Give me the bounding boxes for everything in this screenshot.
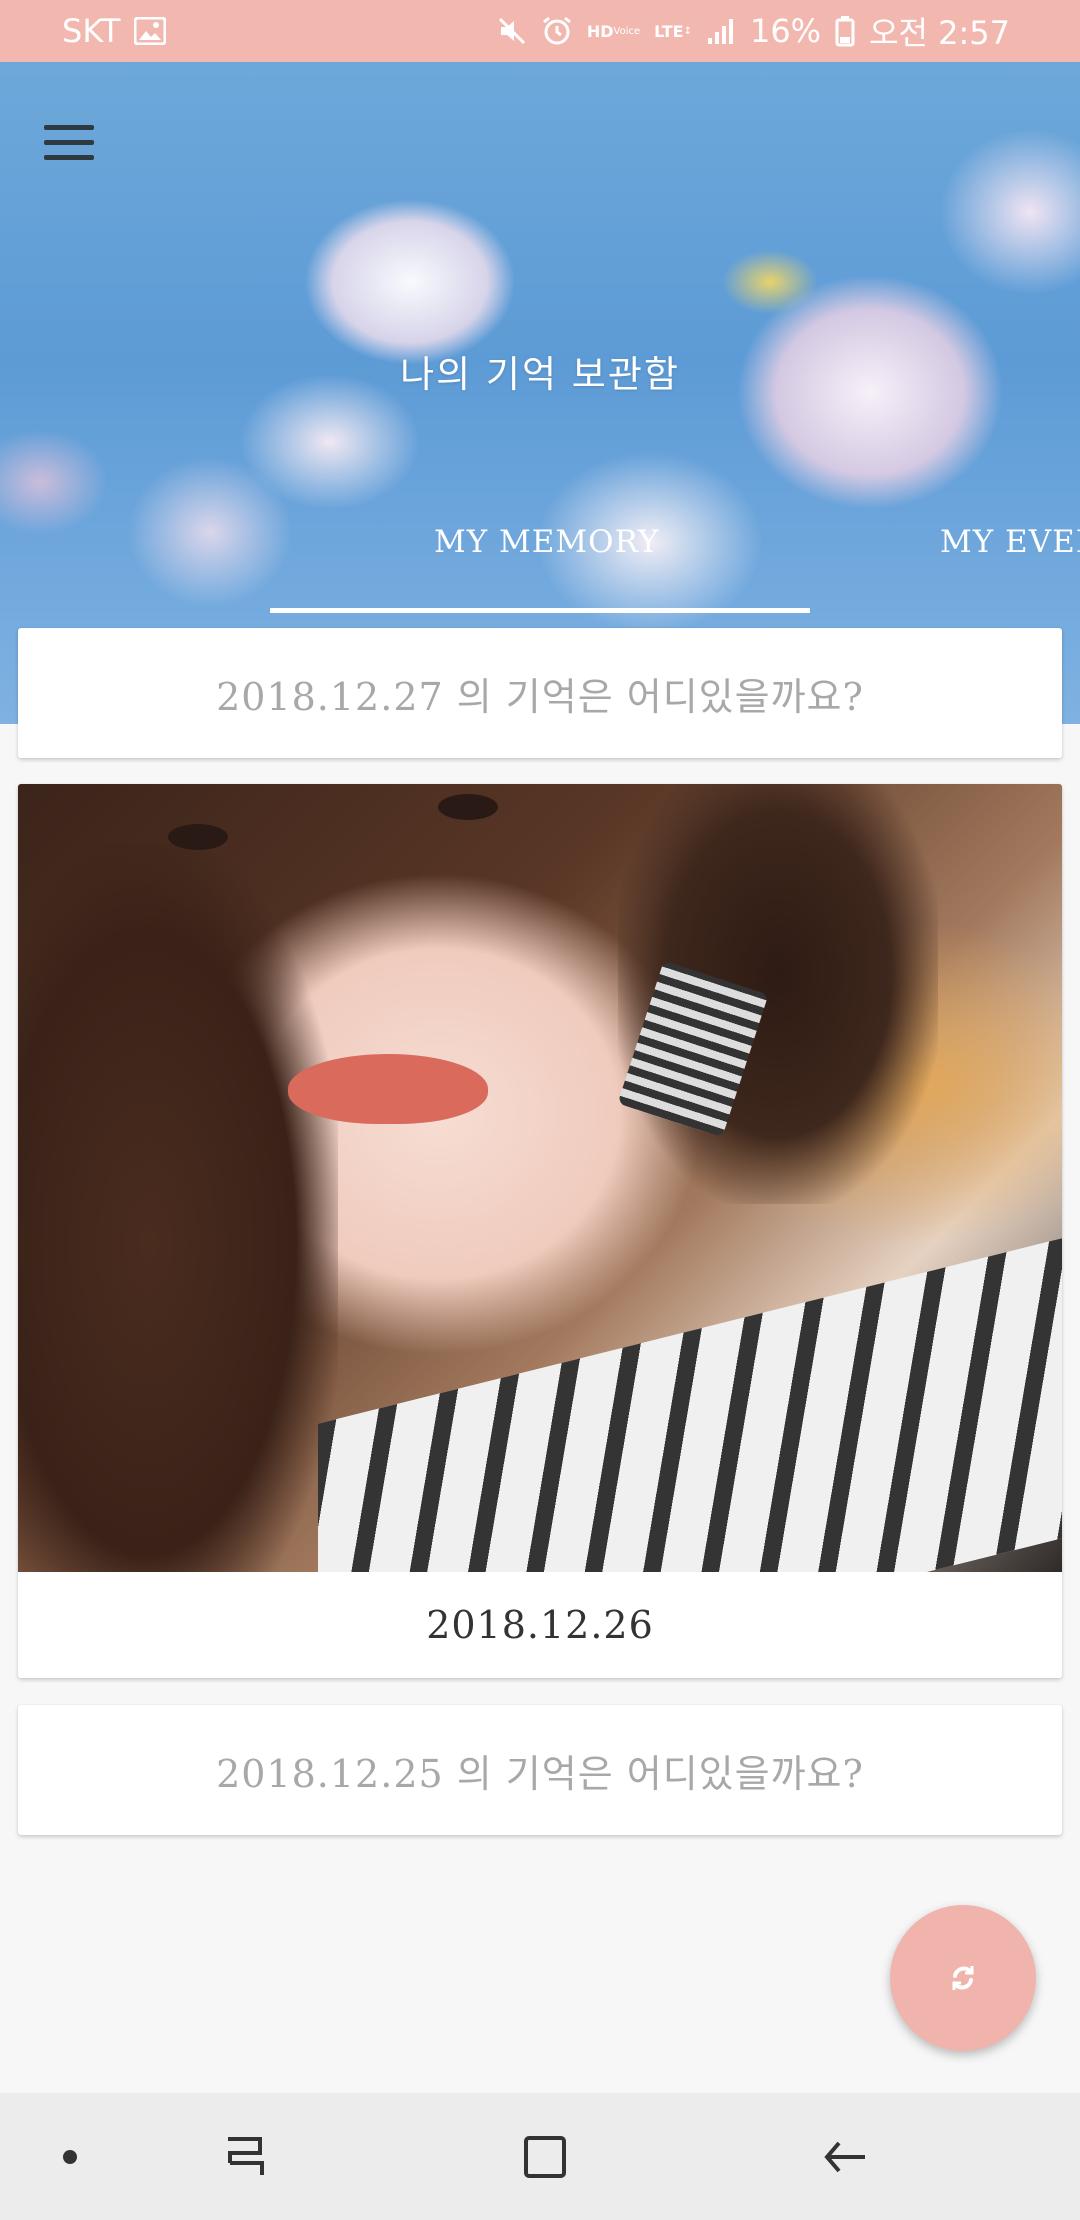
alarm-icon xyxy=(541,15,573,47)
home-icon[interactable] xyxy=(510,2093,580,2220)
empty-card-text: 2018.12.27 의 기억은 어디있을까요? xyxy=(216,674,864,719)
recent-apps-icon[interactable] xyxy=(210,2093,280,2220)
signal-icon xyxy=(706,16,736,46)
dot-icon[interactable] xyxy=(50,2093,90,2220)
refresh-button[interactable] xyxy=(890,1905,1036,2051)
carrier-label: SKT xyxy=(62,12,121,50)
gallery-icon xyxy=(134,17,167,45)
header-banner: 나의 기억 보관함 MY MEMORY MY EVER xyxy=(0,62,1080,724)
memory-card-empty[interactable]: 2018.12.27 의 기억은 어디있을까요? xyxy=(18,628,1062,758)
mute-icon xyxy=(497,16,527,46)
tab-indicator xyxy=(270,608,810,613)
voice-label: Voice xyxy=(613,25,641,37)
lte-label: LTE xyxy=(654,21,684,41)
lte-icon: LTE ↕ xyxy=(654,21,692,41)
tab-my-everyday[interactable]: MY EVER xyxy=(940,524,1080,560)
hd-voice-icon: HD Voice xyxy=(586,21,641,41)
hd-label: HD xyxy=(586,21,614,41)
battery-percent: 16% xyxy=(749,12,822,50)
photo-date-caption: 2018.12.26 xyxy=(426,1603,654,1647)
app-title: 나의 기억 보관함 xyxy=(400,353,680,396)
refresh-icon xyxy=(952,1966,974,1990)
hamburger-icon[interactable] xyxy=(44,114,100,170)
back-icon[interactable] xyxy=(810,2093,880,2220)
memory-photo xyxy=(18,784,1062,1572)
memory-card-empty[interactable]: 2018.12.25 의 기억은 어디있을까요? xyxy=(18,1705,1062,1835)
app-screen: SKT HD Voice LTE ↕ 16% 오전 2:57 나의 기억 보관함… xyxy=(0,0,1080,2220)
tab-my-memory[interactable]: MY MEMORY xyxy=(434,524,659,560)
clock: 오전 2:57 xyxy=(869,14,1010,52)
battery-icon xyxy=(835,15,855,47)
status-bar: SKT HD Voice LTE ↕ 16% 오전 2:57 xyxy=(0,0,1080,62)
memory-card-photo[interactable]: 2018.12.26 xyxy=(18,784,1062,1678)
empty-card-text: 2018.12.25 의 기억은 어디있을까요? xyxy=(216,1751,864,1796)
